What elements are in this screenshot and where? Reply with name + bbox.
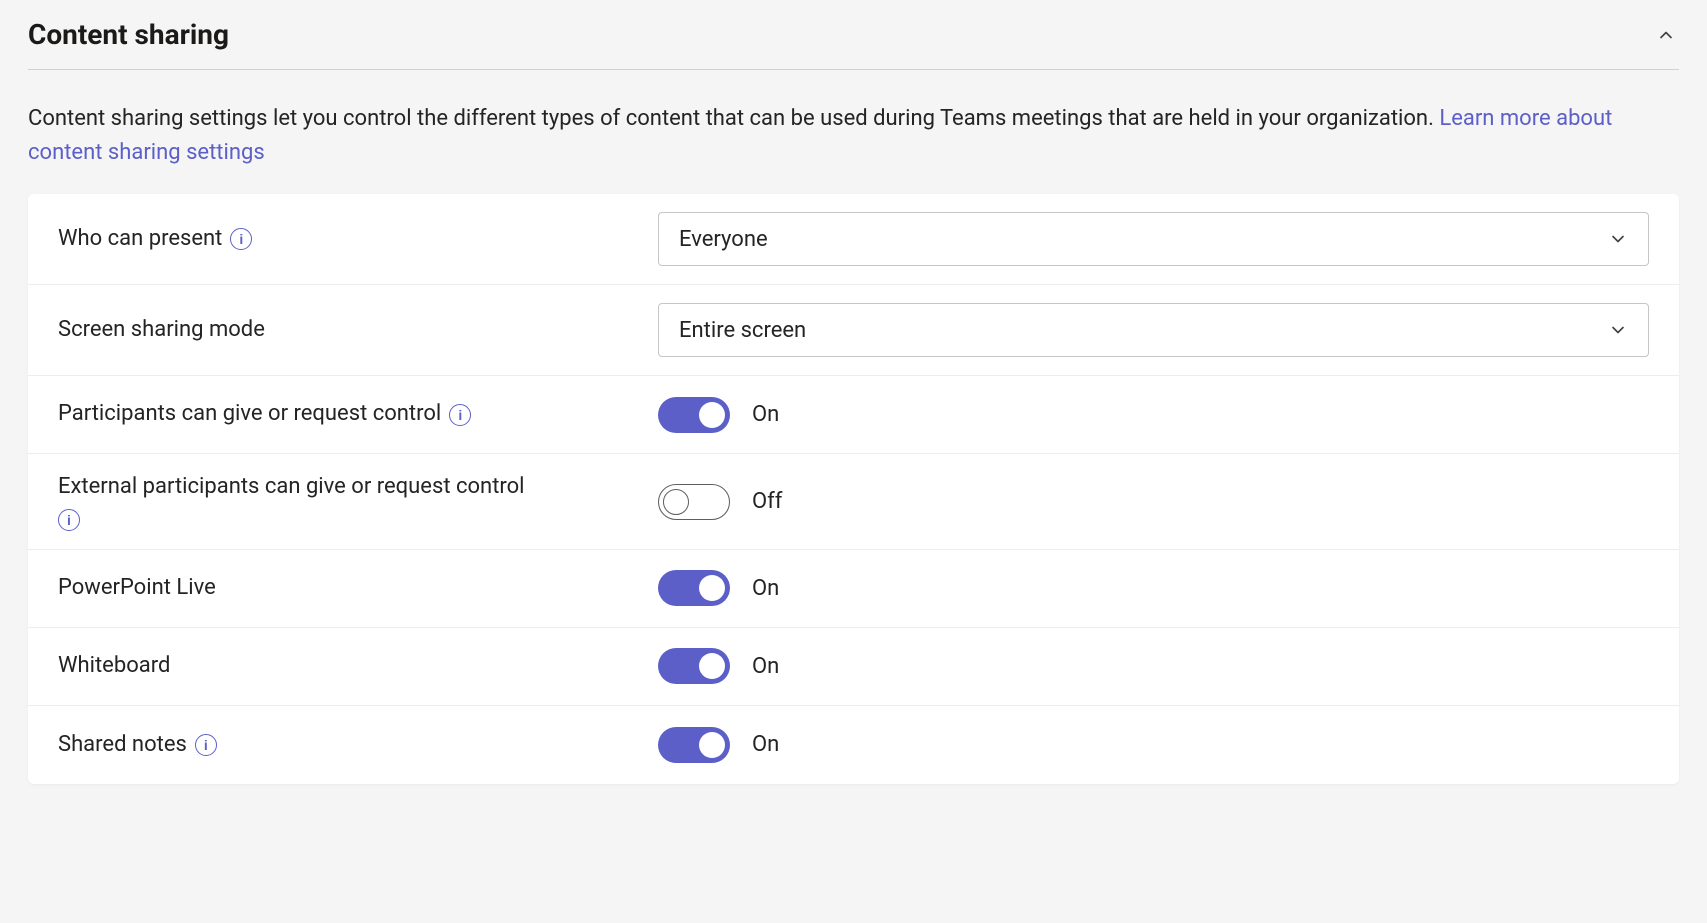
row-control: Everyone <box>658 212 1649 266</box>
external-participants-control-toggle[interactable] <box>658 484 730 520</box>
row-control: On <box>658 397 1649 433</box>
toggle-state-label: On <box>752 576 779 601</box>
row-participants-control: Participants can give or request control… <box>28 376 1679 454</box>
powerpoint-live-toggle[interactable] <box>658 570 730 606</box>
section-title: Content sharing <box>28 18 229 51</box>
row-control: On <box>658 727 1649 763</box>
shared-notes-toggle[interactable] <box>658 727 730 763</box>
settings-panel: Who can present i Everyone Screen sharin… <box>28 194 1679 784</box>
row-label-wrap: Whiteboard <box>58 651 658 682</box>
row-control: Entire screen <box>658 303 1649 357</box>
row-shared-notes: Shared notes i On <box>28 706 1679 784</box>
row-control: On <box>658 570 1649 606</box>
participants-control-toggle[interactable] <box>658 397 730 433</box>
row-control: On <box>658 648 1649 684</box>
select-value: Entire screen <box>679 318 806 343</box>
row-powerpoint-live: PowerPoint Live On <box>28 550 1679 628</box>
toggle-knob <box>699 653 725 679</box>
info-icon[interactable]: i <box>195 734 217 756</box>
info-icon[interactable]: i <box>449 404 471 426</box>
toggle-knob <box>699 575 725 601</box>
row-control: Off <box>658 484 1649 520</box>
shared-notes-label: Shared notes <box>58 730 187 761</box>
whiteboard-label: Whiteboard <box>58 651 170 682</box>
toggle-state-label: On <box>752 732 779 757</box>
section-description-text: Content sharing settings let you control… <box>28 106 1439 131</box>
section-description: Content sharing settings let you control… <box>28 70 1679 194</box>
toggle-state-label: On <box>752 402 779 427</box>
row-external-participants-control: External participants can give or reques… <box>28 454 1679 550</box>
screen-sharing-mode-label: Screen sharing mode <box>58 315 265 346</box>
row-who-can-present: Who can present i Everyone <box>28 194 1679 285</box>
row-label-wrap: Screen sharing mode <box>58 315 658 346</box>
row-label-wrap: Participants can give or request control… <box>58 399 658 430</box>
row-whiteboard: Whiteboard On <box>28 628 1679 706</box>
chevron-down-icon <box>1608 320 1628 340</box>
info-icon[interactable]: i <box>58 509 80 531</box>
screen-sharing-mode-select[interactable]: Entire screen <box>658 303 1649 357</box>
chevron-down-icon <box>1608 229 1628 249</box>
info-icon[interactable]: i <box>230 228 252 250</box>
section-header: Content sharing <box>28 18 1679 70</box>
who-can-present-select[interactable]: Everyone <box>658 212 1649 266</box>
row-screen-sharing-mode: Screen sharing mode Entire screen <box>28 285 1679 376</box>
row-label-wrap: Shared notes i <box>58 730 658 761</box>
toggle-knob <box>663 489 689 515</box>
who-can-present-label: Who can present <box>58 224 222 255</box>
row-label-wrap: External participants can give or reques… <box>58 472 658 531</box>
toggle-state-label: Off <box>752 489 782 514</box>
collapse-toggle[interactable] <box>1653 22 1679 48</box>
row-label-wrap: Who can present i <box>58 224 658 255</box>
toggle-state-label: On <box>752 654 779 679</box>
toggle-knob <box>699 402 725 428</box>
whiteboard-toggle[interactable] <box>658 648 730 684</box>
external-participants-control-label: External participants can give or reques… <box>58 472 525 503</box>
participants-control-label: Participants can give or request control <box>58 399 441 430</box>
row-label-wrap: PowerPoint Live <box>58 573 658 604</box>
powerpoint-live-label: PowerPoint Live <box>58 573 216 604</box>
toggle-knob <box>699 732 725 758</box>
chevron-up-icon <box>1656 25 1676 45</box>
select-value: Everyone <box>679 227 768 252</box>
